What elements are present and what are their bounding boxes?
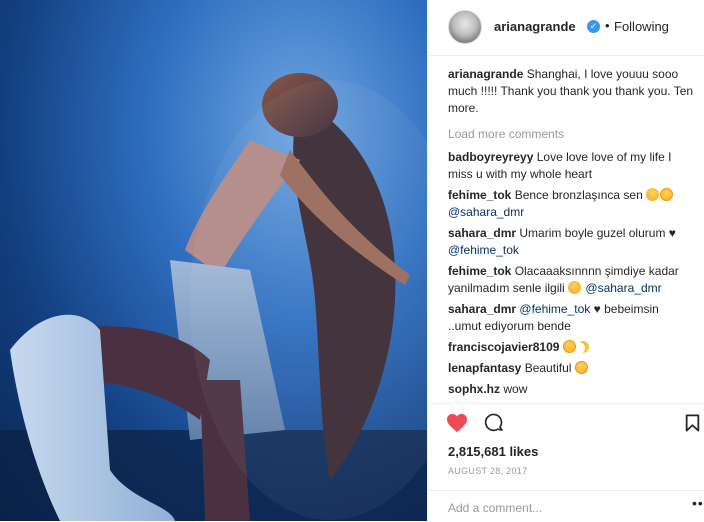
- post-date: AUGUST 28, 2017: [448, 466, 528, 476]
- comments-list[interactable]: arianagrande Shanghai, I love youuu sooo…: [448, 66, 694, 402]
- save-button[interactable]: [685, 414, 700, 437]
- caption-username[interactable]: arianagrande: [448, 67, 523, 81]
- post-details-panel: arianagrande ✓ • Following arianagrande …: [427, 0, 704, 521]
- comment-mention[interactable]: @sahara_dmr: [585, 281, 661, 295]
- heart-eyes-emoji-icon: [660, 188, 674, 201]
- add-comment-input[interactable]: [448, 499, 668, 517]
- comment-button[interactable]: [484, 413, 504, 438]
- heart-eyes-emoji-icon: [562, 340, 576, 353]
- moon-emoji-icon: [577, 341, 589, 353]
- comment-text: Bence bronzlaşınca sen: [514, 188, 643, 202]
- comment-icon: [484, 413, 503, 432]
- author-username[interactable]: arianagrande: [494, 19, 576, 34]
- smile-emoji-icon: [568, 281, 582, 294]
- comment-text: wow: [503, 382, 528, 396]
- comment-item: fehime_tok Olacaaaksınnnn şimdiye kadar …: [448, 263, 694, 297]
- comment-item: badboyreyreyy Love love love of my life …: [448, 149, 694, 183]
- comment-text: Umarim boyle guzel olurum: [519, 226, 666, 240]
- caption: arianagrande Shanghai, I love youuu sooo…: [448, 66, 694, 117]
- author-avatar[interactable]: [448, 10, 482, 44]
- comment-username[interactable]: sahara_dmr: [448, 302, 516, 316]
- comment-username[interactable]: lenapfantasy: [448, 361, 521, 375]
- comment-username[interactable]: fehime_tok: [448, 188, 511, 202]
- comment-mention[interactable]: @fehime_tok: [448, 243, 519, 257]
- verified-badge-icon: ✓: [587, 20, 600, 33]
- comment-item: fehime_tok Bence bronzlaşınca sen @sahar…: [448, 187, 694, 221]
- heart-icon: [447, 413, 467, 433]
- comment-username[interactable]: sophx.hz: [448, 382, 500, 396]
- black-heart-icon: ♥: [668, 226, 676, 240]
- comment-item: sophx.hz wow: [448, 381, 694, 398]
- photo-illustration: [0, 73, 427, 521]
- comment-username[interactable]: fehime_tok: [448, 264, 511, 278]
- comment-username[interactable]: sahara_dmr: [448, 226, 516, 240]
- more-options-icon[interactable]: •••: [692, 495, 704, 511]
- heart-eyes-emoji-icon: [574, 361, 588, 374]
- comment-username[interactable]: franciscojavier8109: [448, 340, 559, 354]
- post-photo[interactable]: [0, 0, 427, 521]
- black-heart-icon: ♥: [593, 302, 601, 316]
- comment-item: franciscojavier8109: [448, 339, 694, 356]
- comment-item: sahara_dmr @fehime_tok ♥ bebeimsin ..umu…: [448, 301, 694, 335]
- comment-item: lenapfantasy Beautiful: [448, 360, 694, 377]
- following-button[interactable]: Following: [614, 19, 669, 34]
- separator-dot: •: [605, 18, 610, 33]
- grin-emoji-icon: [646, 188, 660, 201]
- comment-item: sahara_dmr Umarim boyle guzel olurum ♥ @…: [448, 225, 694, 259]
- comment-username[interactable]: badboyreyreyy: [448, 150, 533, 164]
- comment-mention[interactable]: @sahara_dmr: [448, 205, 524, 219]
- likes-count[interactable]: 2,815,681 likes: [448, 444, 538, 459]
- comment-mention[interactable]: @fehime_tok: [519, 302, 590, 316]
- bookmark-icon: [685, 414, 700, 432]
- like-button[interactable]: [446, 413, 468, 438]
- post-actions: 2,815,681 likes AUGUST 28, 2017 •••: [428, 403, 704, 521]
- comment-text: Beautiful: [524, 361, 572, 375]
- post-header: arianagrande ✓ • Following: [428, 0, 704, 56]
- add-comment-bar: •••: [428, 490, 704, 522]
- load-more-comments-button[interactable]: Load more comments: [448, 126, 694, 143]
